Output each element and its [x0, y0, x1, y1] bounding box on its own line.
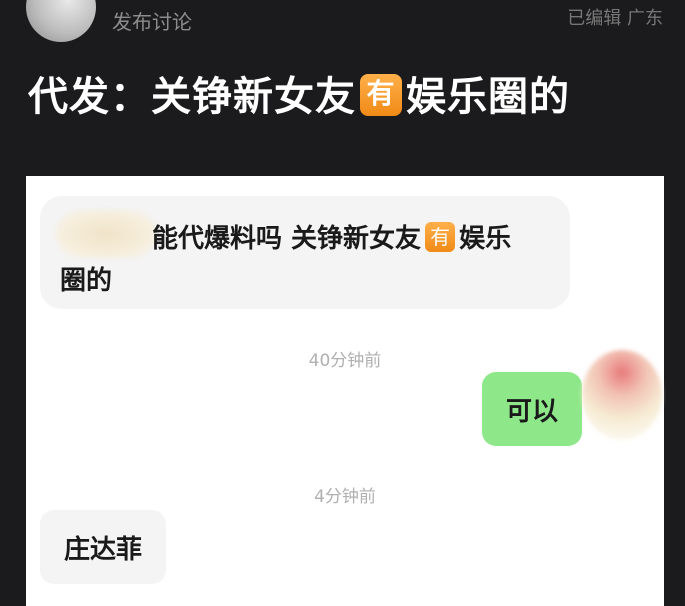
sent-message-text: 可以 [505, 396, 558, 427]
timestamp: 40分钟前 [308, 351, 382, 371]
sent-message-bubble: 可以 [482, 372, 582, 446]
message-line-1: 能代爆料吗 关铮新女友有娱乐 [152, 218, 511, 255]
blurred-avatar [582, 350, 662, 440]
timestamp: 4分钟前 [314, 487, 376, 507]
post-title: 代发：关铮新女友有娱乐圈的 [28, 64, 570, 122]
post-title-part2: 娱乐圈的 [406, 74, 570, 120]
received-message-bubble: 能代爆料吗 关铮新女友有娱乐 圈的 [40, 196, 570, 309]
you-badge-icon: 有 [360, 74, 402, 116]
edited-location-label: 已编辑 广东 [567, 8, 663, 29]
avatar[interactable] [26, 0, 96, 42]
chat-screenshot: 能代爆料吗 关铮新女友有娱乐 圈的 40分钟前 可以 4分钟前 庄达菲 [26, 176, 664, 606]
message-line-2: 圈的 [60, 266, 113, 296]
you-badge-icon: 有 [425, 221, 456, 252]
post-title-part1: 代发：关铮新女友 [28, 74, 356, 120]
received-message-text: 庄达菲 [63, 534, 142, 565]
blurred-avatar [56, 210, 156, 258]
received-message-bubble: 庄达菲 [40, 510, 166, 584]
post-meta-label: 发布讨论 [112, 10, 192, 34]
